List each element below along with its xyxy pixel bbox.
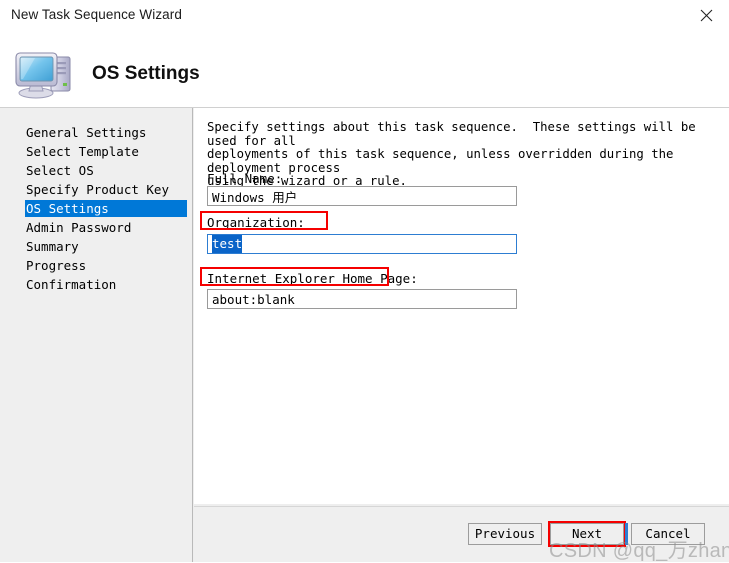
close-icon[interactable]	[683, 0, 729, 31]
sidebar-item-admin-password[interactable]: Admin Password	[0, 219, 193, 236]
page-description: Specify settings about this task sequenc…	[207, 120, 696, 189]
sidebar-item-summary[interactable]: Summary	[0, 238, 193, 255]
wizard-sidebar: General Settings Select Template Select …	[0, 108, 193, 562]
close-glyph	[700, 9, 712, 22]
next-button[interactable]: Next	[550, 523, 624, 545]
organization-input[interactable]: test	[207, 234, 517, 254]
organization-label: Organization:	[207, 215, 305, 230]
sidebar-item-specify-product-key[interactable]: Specify Product Key	[0, 181, 193, 198]
sidebar-item-select-template[interactable]: Select Template	[0, 143, 193, 160]
sidebar-item-select-os[interactable]: Select OS	[0, 162, 193, 179]
content-panel: Specify settings about this task sequenc…	[194, 108, 729, 504]
ie-home-page-input[interactable]	[207, 289, 517, 309]
title-bar: New Task Sequence Wizard	[0, 0, 729, 33]
next-button-focus-edge	[625, 523, 628, 545]
organization-selected-text: test	[212, 235, 243, 253]
window-title: New Task Sequence Wizard	[11, 7, 182, 22]
full-name-input[interactable]	[207, 186, 517, 206]
wizard-header: OS Settings	[0, 33, 729, 108]
sidebar-item-general-settings[interactable]: General Settings	[0, 124, 193, 141]
full-name-label: Full Name:	[207, 171, 283, 186]
cancel-button[interactable]: Cancel	[631, 523, 705, 545]
page-title: OS Settings	[92, 63, 200, 84]
wizard-window: New Task Sequence Wizard OS Settings Gen…	[0, 0, 729, 562]
computer-monitor-icon	[13, 45, 77, 101]
ie-home-page-label: Internet Explorer Home Page:	[207, 271, 418, 286]
previous-button[interactable]: Previous	[468, 523, 542, 545]
sidebar-item-os-settings[interactable]: OS Settings	[25, 200, 187, 217]
dialog-footer: Previous Next Cancel	[194, 506, 729, 562]
wizard-body: General Settings Select Template Select …	[0, 108, 729, 562]
sidebar-item-progress[interactable]: Progress	[0, 257, 193, 274]
sidebar-item-confirmation[interactable]: Confirmation	[0, 276, 193, 293]
